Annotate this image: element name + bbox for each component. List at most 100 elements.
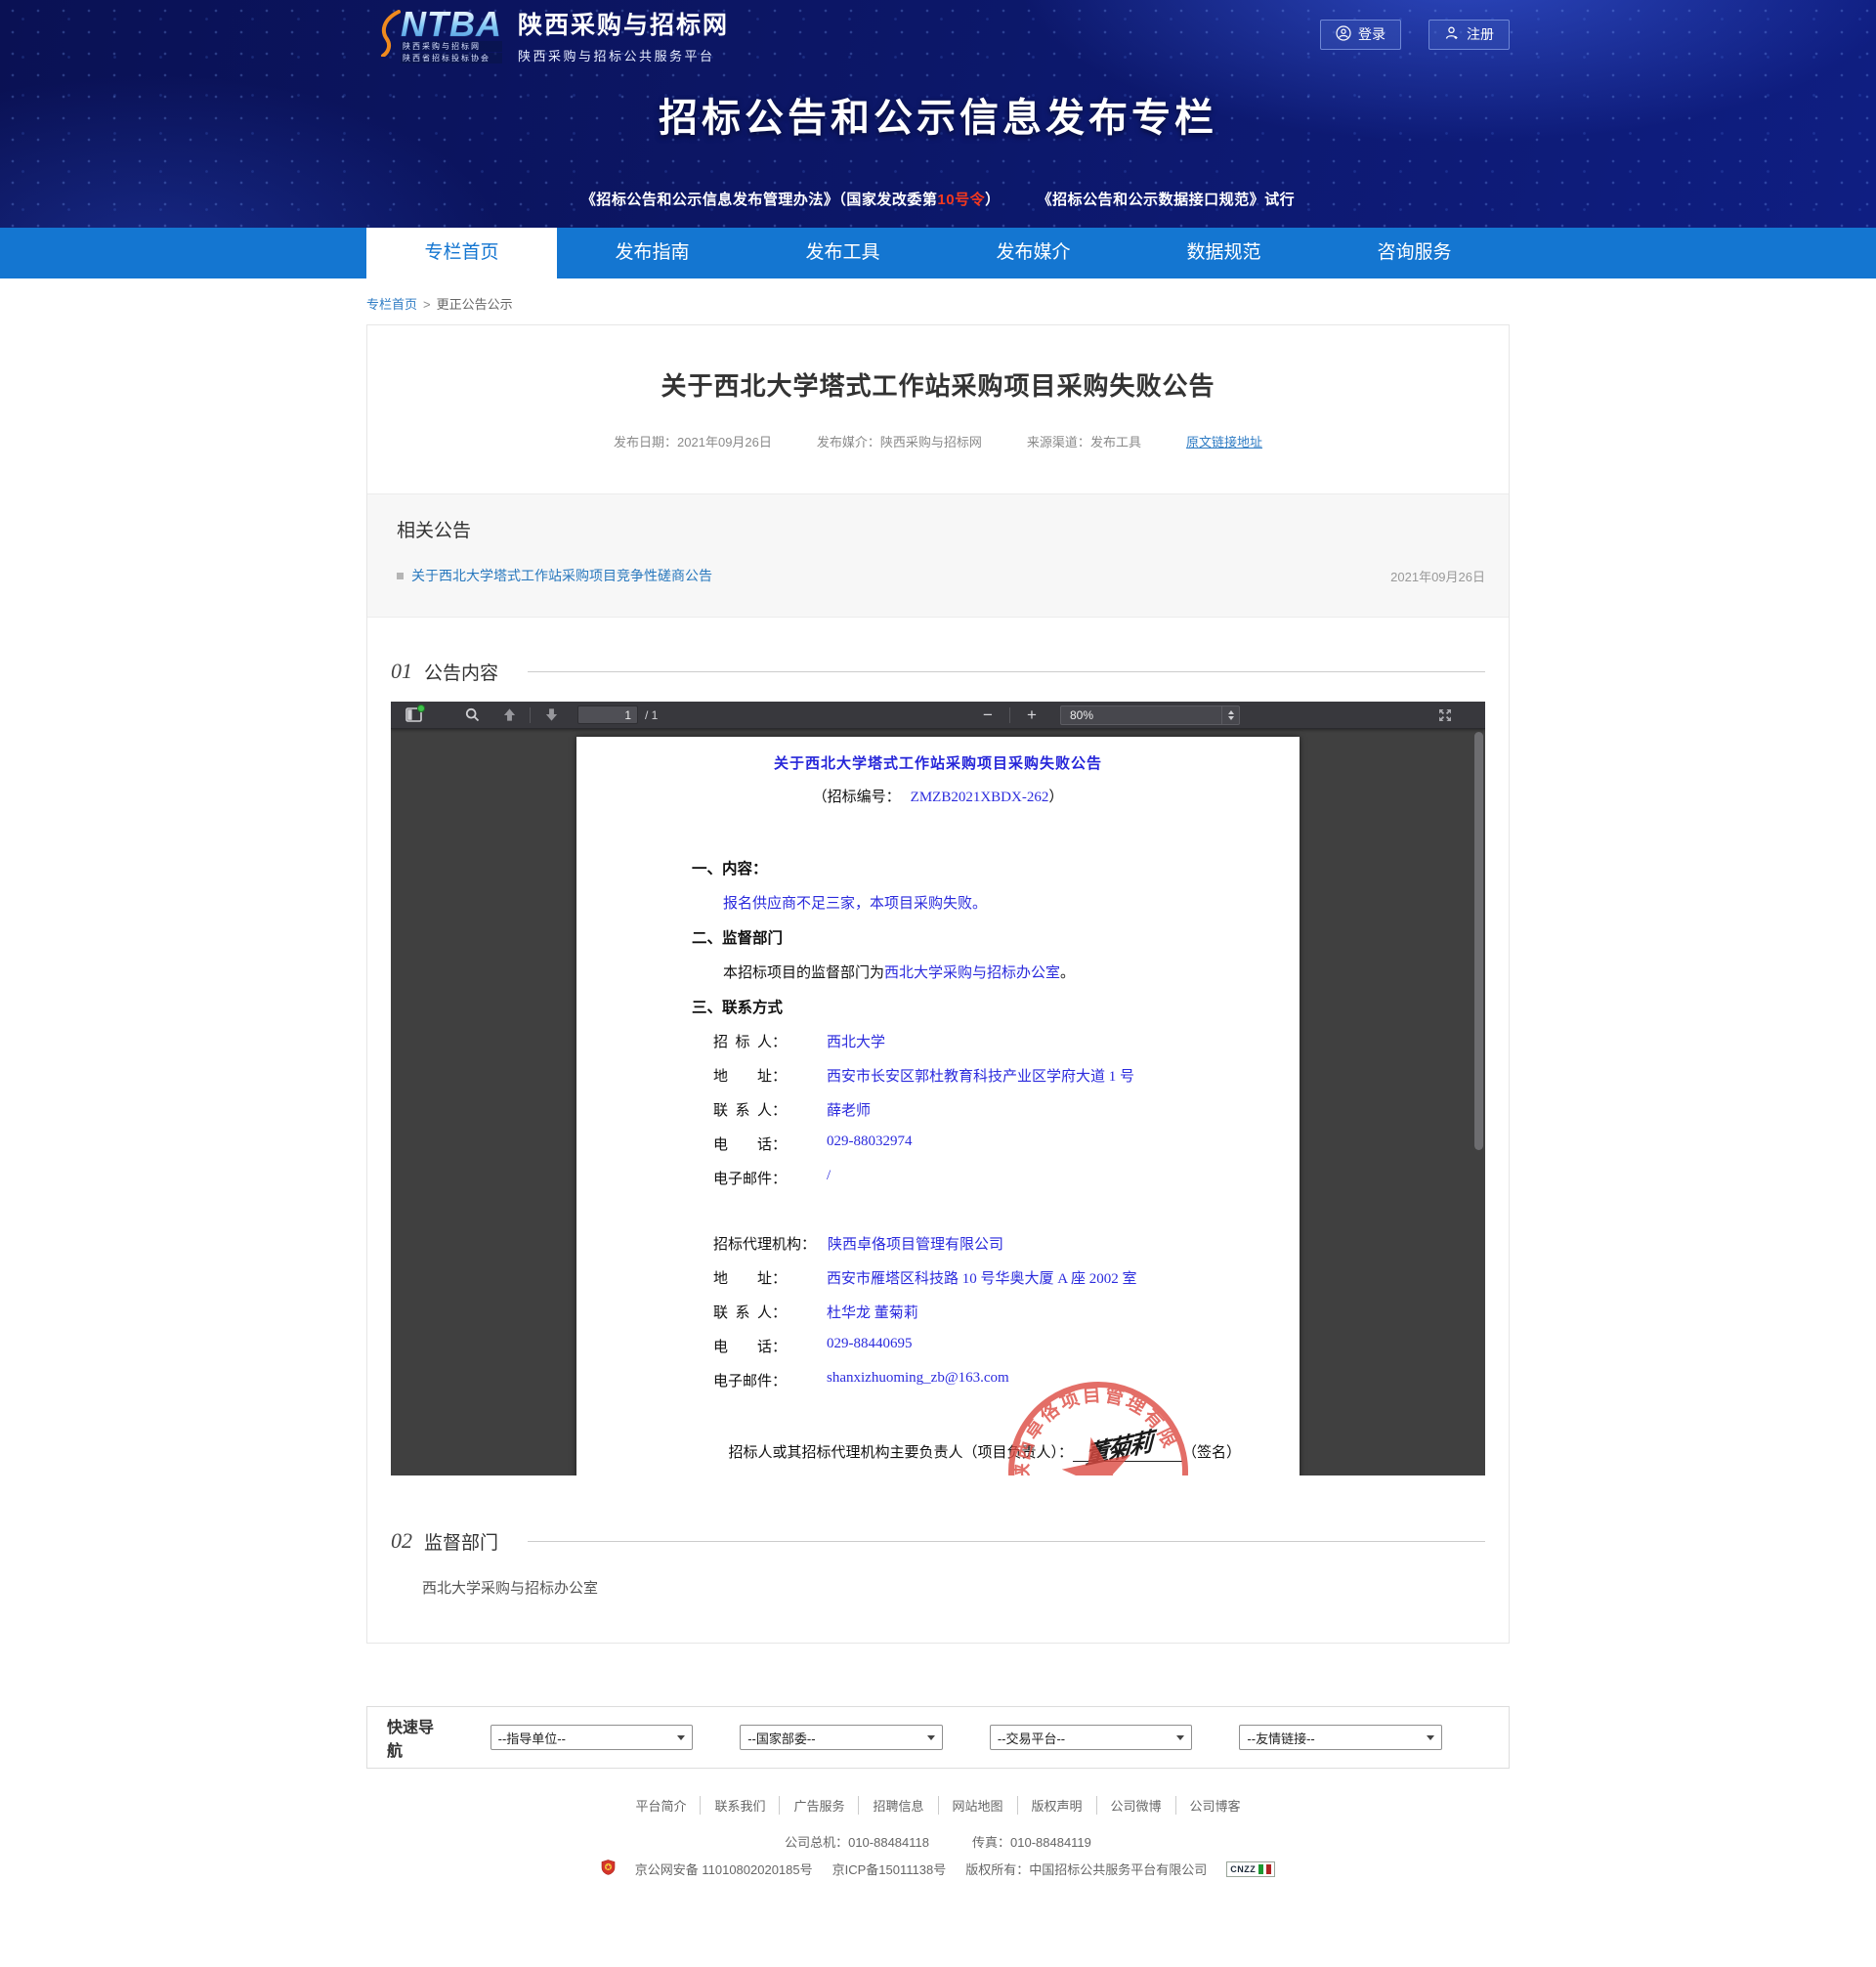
- footer-link-recruitment[interactable]: 招聘信息: [859, 1796, 938, 1815]
- policy-doc-close: ）: [985, 192, 1001, 208]
- page-number-input[interactable]: [577, 706, 638, 724]
- company-fax: 传真：010-88484119: [972, 1832, 1091, 1851]
- select-value: --交易平台--: [998, 1729, 1065, 1747]
- register-icon: [1444, 25, 1460, 44]
- site-logo[interactable]: NTBA 陕西采购与招标网 陕西省招标投标协会 陕西采购与招标网 陕西采购与招标…: [379, 6, 729, 64]
- police-badge-icon: [601, 1860, 616, 1878]
- toolbar-divider: [530, 707, 531, 723]
- policy-doc-link[interactable]: 《招标公告和公示信息发布管理办法》（国家发改委第10号令）: [581, 189, 1001, 209]
- section-number: 01: [391, 659, 412, 684]
- nav-tab-publish-guide[interactable]: 发布指南: [557, 228, 747, 278]
- footer-link-platform-intro[interactable]: 平台简介: [621, 1796, 701, 1815]
- section-number: 02: [391, 1528, 412, 1554]
- fullscreen-icon[interactable]: [1430, 702, 1460, 729]
- select-value: --友情链接--: [1247, 1729, 1314, 1747]
- section-title: 监督部门: [424, 1528, 498, 1555]
- register-button[interactable]: 注册: [1428, 20, 1510, 50]
- banner-title: 招标公告和公示信息发布专栏: [0, 86, 1876, 143]
- doc-paragraph-2-text: 本招标项目的监督部门为: [723, 965, 884, 981]
- trading-platform-select[interactable]: --交易平台--: [990, 1725, 1193, 1750]
- doc-ref-label: （招标编号：: [813, 790, 901, 805]
- doc-agency-row: 电 话：029-88440695: [713, 1336, 1300, 1356]
- pdf-scrollbar-thumb[interactable]: [1474, 732, 1483, 1150]
- footer-link-ad-service[interactable]: 广告服务: [780, 1796, 859, 1815]
- contact-value: shanxizhuoming_zb@163.com: [827, 1370, 1009, 1390]
- breadcrumb-home-link[interactable]: 专栏首页: [366, 297, 417, 312]
- page-down-icon[interactable]: [538, 702, 564, 729]
- login-button[interactable]: 登录: [1320, 20, 1401, 50]
- contact-label: 招 标 人：: [713, 1031, 815, 1051]
- chevron-down-icon: [677, 1735, 685, 1740]
- policy-doc-text: 《招标公告和公示信息发布管理办法》（国家发改委第: [581, 192, 938, 208]
- contact-value: 029-88032974: [827, 1133, 913, 1154]
- doc-agency-row: 地 址：西安市雁塔区科技路 10 号华奥大厦 A 座 2002 室: [713, 1267, 1300, 1288]
- doc-heading-1: 一、内容：: [692, 857, 1300, 878]
- policy-doc-order-no: 10号令: [937, 192, 985, 208]
- national-ministry-select[interactable]: --国家部委--: [740, 1725, 943, 1750]
- logo-swoosh-icon: [379, 10, 401, 62]
- contact-value: 薛老师: [827, 1099, 871, 1120]
- publish-media: 陕西采购与招标网: [880, 435, 982, 449]
- logo-caption-1: 陕西采购与招标网: [401, 41, 502, 52]
- list-item: 关于西北大学塔式工作站采购项目竞争性磋商公告 2021年09月26日: [397, 566, 1485, 585]
- zoom-level-select[interactable]: 80%: [1060, 706, 1240, 725]
- cnzz-badge[interactable]: CNZZ: [1226, 1861, 1275, 1877]
- footer-link-blog[interactable]: 公司博客: [1176, 1796, 1255, 1815]
- doc-title: 关于西北大学塔式工作站采购项目采购失败公告: [576, 737, 1300, 773]
- section-heading-supervisor: 02 监督部门: [391, 1526, 1485, 1556]
- doc-agency-row: 联 系 人：杜华龙 董菊莉: [713, 1302, 1300, 1322]
- spec-doc-link[interactable]: 《招标公告和公示数据接口规范》试行: [1038, 189, 1296, 209]
- nav-tab-consult[interactable]: 咨询服务: [1319, 228, 1510, 278]
- footer-link-sitemap[interactable]: 网站地图: [939, 1796, 1018, 1815]
- logo-caption-2: 陕西省招标投标协会: [401, 53, 502, 64]
- footer-link-contact-us[interactable]: 联系我们: [701, 1796, 780, 1815]
- page-title: 关于西北大学塔式工作站采购项目采购失败公告: [391, 366, 1485, 403]
- logo-mark: NTBA 陕西采购与招标网 陕西省招标投标协会: [379, 8, 502, 64]
- doc-heading-2: 二、监督部门: [692, 926, 1300, 948]
- contact-value: /: [827, 1168, 831, 1188]
- source-channel-label: 来源渠道：: [1027, 435, 1090, 449]
- related-announcements: 相关公告 关于西北大学塔式工作站采购项目竞争性磋商公告 2021年09月26日: [367, 493, 1509, 618]
- breadcrumb-separator: >: [423, 297, 431, 312]
- friendly-links-select[interactable]: --友情链接--: [1239, 1725, 1442, 1750]
- contact-label: 联 系 人：: [713, 1099, 815, 1120]
- nav-tab-publish-media[interactable]: 发布媒介: [938, 228, 1129, 278]
- contact-label: 电子邮件：: [713, 1370, 815, 1390]
- nav-tab-publish-tool[interactable]: 发布工具: [747, 228, 938, 278]
- page-total-label: / 1: [645, 708, 658, 722]
- register-label: 注册: [1467, 24, 1494, 44]
- site-subtitle: 陕西采购与招标公共服务平台: [518, 46, 729, 64]
- police-beian-link[interactable]: 京公网安备 11010802020185号: [635, 1860, 813, 1878]
- quick-navigation: 快速导航 --指导单位-- --国家部委-- --交易平台-- --友情链接--: [366, 1706, 1510, 1769]
- contact-value: 西安市雁塔区科技路 10 号华奥大厦 A 座 2002 室: [827, 1267, 1137, 1288]
- zoom-in-icon[interactable]: +: [1019, 702, 1045, 729]
- page-up-icon[interactable]: [496, 702, 522, 729]
- zoom-out-icon[interactable]: −: [975, 702, 1001, 729]
- pdf-viewer: / 1 − + 80%: [391, 702, 1485, 1475]
- footer-link-copyright-notice[interactable]: 版权声明: [1018, 1796, 1097, 1815]
- related-announcement-link[interactable]: 关于西北大学塔式工作站采购项目竞争性磋商公告: [411, 566, 712, 585]
- nav-tab-home[interactable]: 专栏首页: [366, 228, 557, 278]
- doc-contact-row: 招 标 人：西北大学: [713, 1031, 1300, 1051]
- doc-ref-number: ZMZB2021XBDX-262: [911, 790, 1049, 805]
- contact-value: 杜华龙 董菊莉: [827, 1302, 918, 1322]
- nav-tab-data-spec[interactable]: 数据规范: [1129, 228, 1319, 278]
- contact-value: 西安市长安区郭杜教育科技产业区学府大道 1 号: [827, 1065, 1134, 1086]
- doc-agency-row: 招标代理机构：陕西卓佫项目管理有限公司: [713, 1233, 1300, 1254]
- search-icon[interactable]: [457, 702, 487, 729]
- origin-link[interactable]: 原文链接地址: [1186, 432, 1262, 450]
- content-card: 关于西北大学塔式工作站采购项目采购失败公告 发布日期：2021年09月26日 发…: [366, 324, 1510, 1644]
- footer-phones: 公司总机：010-88484118 传真：010-88484119: [0, 1832, 1876, 1851]
- icp-beian-link[interactable]: 京ICP备15011138号: [832, 1860, 947, 1878]
- footer-link-weibo[interactable]: 公司微博: [1097, 1796, 1176, 1815]
- pdf-document-page: 关于西北大学塔式工作站采购项目采购失败公告 （招标编号： ZMZB2021XBDX…: [576, 737, 1300, 1475]
- sidebar-toggle-icon[interactable]: [397, 702, 430, 729]
- doc-agency-row: 电子邮件： shanxizhuoming_zb@163.com: [713, 1370, 1300, 1390]
- copyright-text: 版权所有：中国招标公共服务平台有限公司: [965, 1860, 1207, 1878]
- contact-label: 电 话：: [713, 1336, 815, 1356]
- related-announcement-date: 2021年09月26日: [1390, 567, 1485, 585]
- zoom-spinner-icon[interactable]: [1221, 706, 1239, 724]
- article-meta: 发布日期：2021年09月26日 发布媒介：陕西采购与招标网 来源渠道：发布工具…: [391, 432, 1485, 450]
- page-footer: 平台简介 联系我们 广告服务 招聘信息 网站地图 版权声明 公司微博 公司博客 …: [0, 1769, 1876, 1878]
- guide-unit-select[interactable]: --指导单位--: [490, 1725, 694, 1750]
